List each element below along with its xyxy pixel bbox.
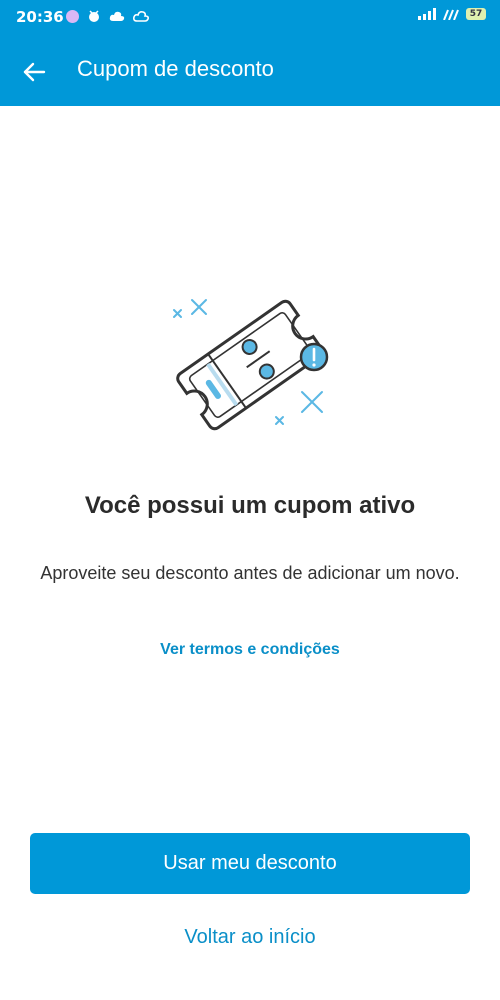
- page-title: Cupom de desconto: [77, 56, 274, 81]
- back-to-home-link[interactable]: Voltar ao início: [0, 926, 500, 949]
- back-arrow-icon: [23, 62, 46, 82]
- use-discount-button[interactable]: Usar meu desconto: [30, 833, 470, 894]
- alert-icon: [299, 342, 329, 372]
- status-bar: 20:36 57: [0, 0, 500, 34]
- cloud-sync-icon: [133, 11, 149, 22]
- bug-icon: [89, 10, 99, 22]
- system-icons: 57: [418, 8, 486, 20]
- coupon-icon: [173, 299, 329, 431]
- battery-icon: 57: [466, 8, 486, 20]
- status-time: 20:36: [16, 8, 64, 26]
- headline: Você possui um cupom ativo: [84, 492, 416, 519]
- back-button[interactable]: [14, 52, 54, 92]
- messenger-icon: [66, 9, 79, 23]
- terms-link[interactable]: Ver termos e condições: [0, 641, 500, 659]
- cloud-icon: [109, 11, 125, 21]
- wifi-signal-icon: [443, 9, 459, 20]
- notification-icons: [66, 9, 149, 23]
- description: Aproveite seu desconto antes de adiciona…: [40, 563, 460, 583]
- signal-icon: [418, 8, 436, 20]
- app-bar: Cupom de desconto: [0, 34, 500, 106]
